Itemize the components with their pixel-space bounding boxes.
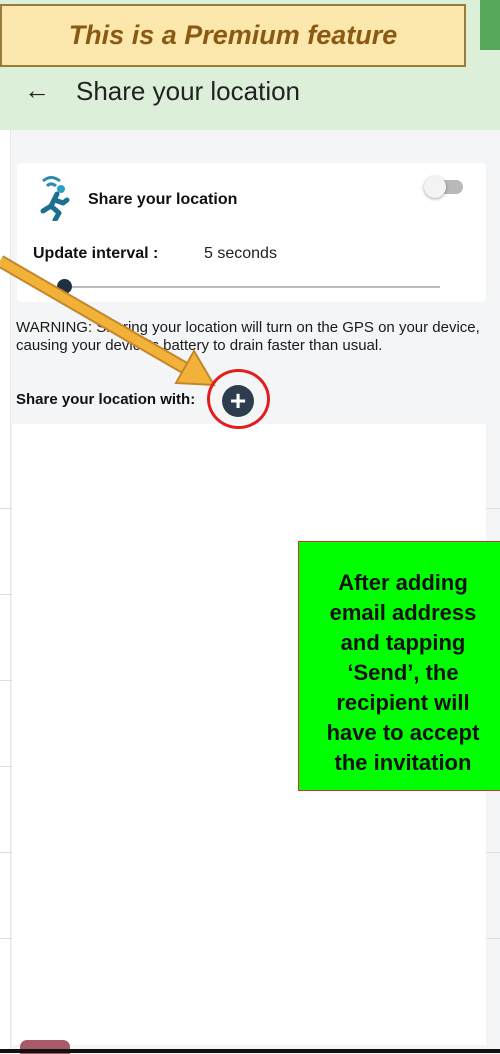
page-title: Share your location — [76, 76, 301, 106]
tutorial-callout: After adding email address and tapping ‘… — [298, 541, 500, 791]
callout-line: the invitation — [334, 750, 472, 775]
share-location-title: Share your location — [88, 191, 238, 208]
premium-banner: This is a Premium feature — [0, 4, 466, 67]
interval-label: Update interval : — [33, 245, 159, 262]
callout-line: ‘Send’, the — [347, 660, 459, 685]
divider — [0, 852, 12, 853]
divider — [0, 766, 12, 767]
callout-line: recipient will — [336, 690, 470, 715]
header-accent-strip — [480, 0, 500, 50]
divider — [0, 594, 12, 595]
plus-icon: + — [229, 385, 247, 416]
divider — [486, 938, 500, 939]
callout-line: have to accept — [326, 720, 480, 745]
interval-value: 5 seconds — [204, 245, 277, 262]
bottom-bar — [0, 1049, 500, 1053]
divider — [0, 508, 12, 509]
divider — [486, 852, 500, 853]
share-toggle[interactable] — [424, 176, 446, 198]
share-with-label: Share your location with: — [16, 391, 196, 408]
add-recipient-button[interactable]: + — [222, 385, 254, 417]
divider — [486, 508, 500, 509]
callout-line: and tapping — [340, 630, 466, 655]
interval-slider-thumb[interactable] — [57, 279, 72, 294]
interval-slider-track[interactable] — [64, 286, 440, 288]
divider — [0, 938, 12, 939]
location-runner-icon — [40, 176, 70, 221]
side-strip — [0, 130, 11, 1053]
divider — [0, 680, 12, 681]
warning-text: WARNING: Sharing your location will turn… — [16, 319, 480, 354]
premium-banner-text: This is a Premium feature — [68, 20, 398, 50]
back-arrow-icon[interactable]: ← — [24, 76, 50, 104]
callout-line: email address — [329, 600, 477, 625]
callout-line: After adding — [338, 570, 468, 595]
share-settings-card — [17, 163, 486, 302]
